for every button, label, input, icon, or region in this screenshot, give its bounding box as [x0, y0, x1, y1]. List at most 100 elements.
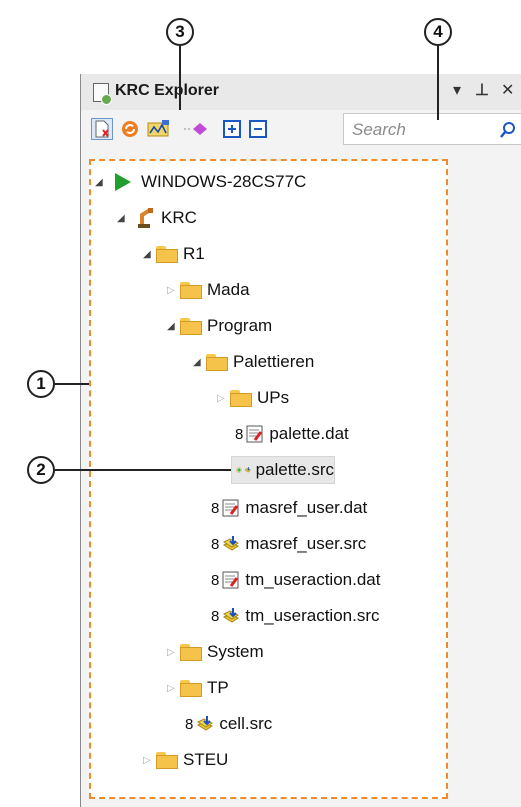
folder-icon — [179, 679, 203, 697]
collapse-arrow-icon[interactable]: ◢ — [193, 357, 205, 368]
folder-icon — [155, 751, 179, 769]
tree-item-masref-user-src[interactable]: 8 masref_user.src — [211, 531, 366, 557]
leader-line-4 — [437, 46, 439, 120]
expand-all-button[interactable] — [221, 118, 243, 140]
io-config-button[interactable] — [145, 118, 173, 140]
lock-marker: 8 — [185, 715, 194, 733]
lock-marker: 8 — [211, 571, 220, 589]
collapse-arrow-icon[interactable]: ◢ — [143, 249, 155, 260]
leader-line-1 — [55, 383, 89, 385]
folder-open-icon — [179, 317, 203, 335]
tree-item-label: tm_useraction.dat — [245, 570, 381, 589]
src-file-icon — [223, 536, 240, 551]
lock-marker: 8 — [211, 607, 220, 625]
src-file-icon — [223, 608, 240, 623]
tree-item-label: TP — [207, 678, 229, 697]
tree-item-ups[interactable]: ▷ UPs — [217, 385, 289, 411]
tree-item-label: tm_useraction.src — [245, 606, 380, 625]
search-box — [343, 113, 521, 145]
dat-file-icon — [222, 499, 239, 517]
tree-item-mada[interactable]: ▷ Mada — [167, 277, 250, 303]
panel-toolbar — [81, 110, 521, 148]
play-icon — [115, 173, 131, 191]
leader-line-3 — [179, 46, 181, 110]
collapse-arrow-icon[interactable]: ◢ — [95, 177, 107, 188]
tree-item-label: WINDOWS-28CS77C — [141, 172, 307, 191]
collapse-arrow-icon[interactable]: ◢ — [167, 321, 179, 332]
folder-open-icon — [205, 353, 229, 371]
callout-2: 2 — [27, 456, 55, 484]
search-icon[interactable] — [499, 121, 517, 139]
project-tree: ◢ WINDOWS-28CS77C ◢ KRC ◢ R1 ▷ Mada ◢ Pr… — [89, 159, 448, 799]
folder-icon — [179, 643, 203, 661]
tree-item-label: System — [207, 642, 264, 661]
tree-item-r1[interactable]: ◢ R1 — [143, 241, 205, 267]
krc-explorer-icon — [93, 83, 112, 105]
tree-item-palette-dat[interactable]: 8 palette.dat — [235, 421, 349, 447]
expand-arrow-icon[interactable]: ▷ — [167, 285, 179, 296]
leader-line-2 — [55, 469, 231, 471]
tree-item-label: palette.src — [255, 460, 334, 479]
tree-item-label: palette.dat — [269, 424, 349, 443]
tree-item-krc[interactable]: ◢ KRC — [117, 205, 197, 231]
krc-explorer-panel: KRC Explorer ▾ ⊥ ✕ Search ◢ WINDOWS-28CS… — [80, 74, 521, 807]
callout-3: 3 — [166, 18, 194, 46]
tree-item-root[interactable]: ◢ WINDOWS-28CS77C — [95, 169, 306, 195]
pink-diamond-icon — [184, 123, 207, 135]
folder-icon — [179, 281, 203, 299]
tree-item-label: STEU — [183, 750, 229, 769]
tree-item-tm-useraction-src[interactable]: 8 tm_useraction.src — [211, 603, 380, 629]
tree-item-cell-src[interactable]: 8 cell.src — [185, 711, 272, 737]
tree-item-label: masref_user.src — [245, 534, 367, 553]
dat-file-icon — [246, 425, 263, 443]
folder-open-icon — [155, 245, 179, 263]
tree-item-label: KRC — [161, 208, 197, 227]
expand-all-icon — [223, 120, 241, 138]
active-status-icon — [236, 467, 242, 473]
panel-titlebar: KRC Explorer ▾ ⊥ ✕ — [81, 74, 521, 110]
folder-icon — [229, 389, 253, 407]
tree-item-program[interactable]: ◢ Program — [167, 313, 272, 339]
search-input[interactable] — [350, 118, 492, 142]
tree-item-tm-useraction-dat[interactable]: 8 tm_useraction.dat — [211, 567, 380, 593]
dat-file-icon — [222, 571, 239, 589]
tree-item-steu[interactable]: ▷ STEU — [143, 747, 228, 773]
callout-4: 4 — [424, 18, 452, 46]
expand-arrow-icon[interactable]: ▷ — [217, 393, 229, 404]
close-icon[interactable]: ✕ — [501, 80, 514, 100]
tree-item-label: Mada — [207, 280, 250, 299]
tree-item-label: Palettieren — [233, 352, 315, 371]
tree-item-label: cell.src — [219, 714, 273, 733]
src-file-icon — [244, 466, 251, 473]
io-config-icon — [147, 120, 169, 137]
new-file-icon — [95, 120, 109, 138]
expand-arrow-icon[interactable]: ▷ — [167, 647, 179, 658]
pink-diamond-button[interactable] — [181, 118, 211, 140]
tree-item-system[interactable]: ▷ System — [167, 639, 264, 665]
expand-arrow-icon[interactable]: ▷ — [167, 683, 179, 694]
tree-item-label: R1 — [183, 244, 205, 263]
refresh-button[interactable] — [119, 118, 141, 140]
collapse-all-icon — [249, 120, 267, 138]
tree-item-masref-user-dat[interactable]: 8 masref_user.dat — [211, 495, 367, 521]
robot-icon — [138, 208, 153, 228]
tree-item-label: UPs — [257, 388, 290, 407]
tree-item-tp[interactable]: ▷ TP — [167, 675, 229, 701]
expand-arrow-icon[interactable]: ▷ — [143, 755, 155, 766]
new-file-button[interactable] — [91, 118, 113, 140]
callout-1: 1 — [27, 370, 55, 398]
lock-marker: 8 — [235, 425, 244, 443]
panel-menu-icon[interactable]: ▾ — [453, 80, 461, 100]
tree-item-label: Program — [207, 316, 273, 335]
collapse-arrow-icon[interactable]: ◢ — [117, 213, 129, 224]
pin-icon[interactable]: ⊥ — [475, 80, 489, 100]
src-file-icon — [197, 716, 214, 731]
tree-item-palettieren[interactable]: ◢ Palettieren — [193, 349, 314, 375]
tree-item-label: masref_user.dat — [245, 498, 368, 517]
refresh-icon — [122, 121, 138, 137]
tree-item-palette-src[interactable]: palette.src — [231, 456, 335, 484]
panel-title: KRC Explorer — [115, 82, 220, 99]
lock-marker: 8 — [211, 499, 220, 517]
collapse-all-button[interactable] — [247, 118, 269, 140]
lock-marker: 8 — [211, 535, 220, 553]
